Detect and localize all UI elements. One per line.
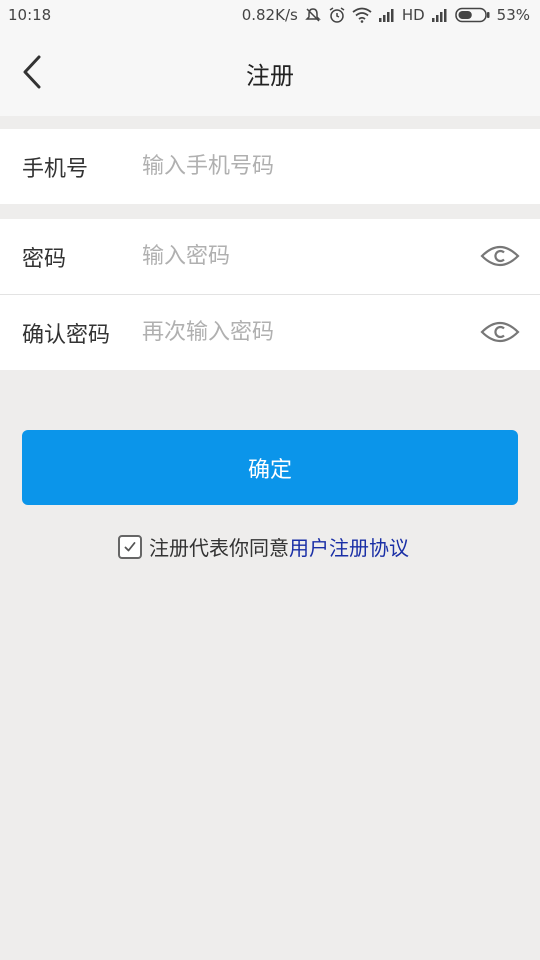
confirm-password-visibility-toggle[interactable] xyxy=(480,317,520,347)
phone-group: 手机号 xyxy=(0,129,540,204)
confirm-password-row: 确认密码 xyxy=(0,294,540,370)
app-header: 注册 xyxy=(0,32,540,116)
eye-icon xyxy=(480,321,520,343)
signal-icon xyxy=(378,8,396,22)
agreement-text: 注册代表你同意 xyxy=(149,536,289,560)
phone-label: 手机号 xyxy=(22,156,89,182)
phone-row: 手机号 xyxy=(0,129,540,204)
password-input[interactable] xyxy=(142,219,462,293)
confirm-password-input[interactable] xyxy=(142,295,462,369)
wifi-icon xyxy=(352,7,372,23)
confirm-password-label: 确认密码 xyxy=(22,322,111,348)
password-label: 密码 xyxy=(22,246,67,272)
eye-icon xyxy=(480,245,520,267)
status-bar: 10:18 0.82K/s HD 53% xyxy=(0,0,540,32)
agreement-link[interactable]: 用户注册协议 xyxy=(289,532,409,561)
password-visibility-toggle[interactable] xyxy=(480,241,520,271)
checkmark-icon xyxy=(124,541,136,551)
battery-percent: 53% xyxy=(496,6,530,24)
status-indicators: 0.82K/s HD 53% xyxy=(242,6,530,24)
network-type: HD xyxy=(401,6,425,24)
password-row: 密码 xyxy=(0,219,540,294)
confirm-button[interactable]: 确定 xyxy=(22,430,518,505)
status-time: 10:18 xyxy=(8,6,52,24)
signal-icon-secondary xyxy=(431,8,449,22)
network-speed: 0.82K/s xyxy=(241,6,298,24)
agreement-checkbox[interactable] xyxy=(118,534,142,559)
password-group: 密码 确认密码 xyxy=(0,219,540,370)
agreement: 注册代表你同意 用户注册协议 xyxy=(118,532,409,561)
battery-icon xyxy=(454,7,491,23)
page-title: 注册 xyxy=(246,62,294,90)
alarm-icon xyxy=(328,6,346,24)
phone-input[interactable] xyxy=(142,129,462,203)
mute-icon xyxy=(304,6,322,24)
